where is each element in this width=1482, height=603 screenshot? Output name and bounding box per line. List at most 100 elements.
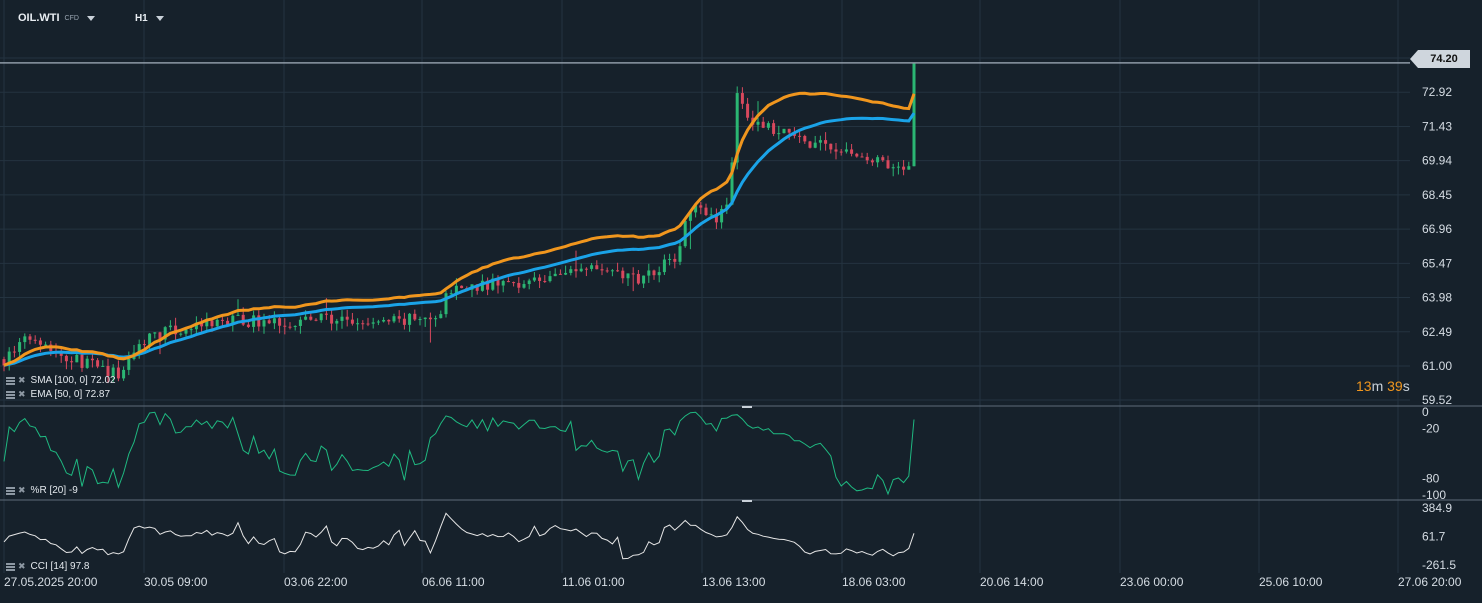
cci-line: [3, 512, 915, 560]
candle-body: [127, 358, 131, 370]
candle-body: [319, 313, 323, 321]
cci-legend[interactable]: ✖ CCI [14] 97.8: [6, 561, 89, 572]
wpr-tick-label: -20: [1422, 422, 1440, 436]
candle-body: [876, 157, 880, 163]
candle-body: [439, 314, 443, 319]
candle-body: [168, 325, 172, 328]
price-tick-label: 66.96: [1422, 222, 1452, 236]
wpr-tick-label: -80: [1422, 471, 1440, 485]
candle-body: [402, 318, 406, 325]
close-icon[interactable]: ✖: [18, 389, 26, 400]
candle-body: [512, 282, 516, 284]
axes: 72.92 71.43 69.94 68.45 66.96 65.47 63.98 62.49…: [0, 62, 1462, 589]
candle-body: [569, 269, 573, 273]
candle-body: [683, 220, 687, 247]
candle-body: [418, 319, 422, 321]
candle-body: [215, 319, 219, 327]
candle-body: [153, 332, 157, 334]
candle-body: [657, 272, 661, 276]
chart-area[interactable]: 72.92 71.43 69.94 68.45 66.96 65.47 63.98 62.49…: [0, 0, 1482, 598]
oscillators: [3, 411, 915, 560]
timeframe-dropdown-icon[interactable]: [155, 15, 164, 21]
candle-body: [428, 317, 432, 320]
price-tick-label: 71.43: [1422, 119, 1452, 133]
candle-body: [834, 149, 838, 152]
sma-legend[interactable]: ✖ SMA [100, 0] 72.02: [6, 375, 116, 386]
candle-body: [506, 281, 510, 283]
candle-body: [595, 265, 599, 270]
candle-body: [75, 354, 79, 363]
candles: [2, 62, 916, 384]
wpr-tick-label: -100: [1422, 488, 1446, 502]
candle-body: [434, 318, 438, 320]
close-icon[interactable]: ✖: [18, 375, 26, 386]
settings-menu-icon[interactable]: [6, 390, 15, 399]
chart-canvas[interactable]: 72.92 71.43 69.94 68.45 66.96 65.47 63.98 62.49…: [0, 0, 1482, 598]
ema-legend[interactable]: ✖ EMA [50, 0] 72.87: [6, 389, 110, 400]
symbol-name[interactable]: OIL.WTI: [18, 12, 60, 24]
pane-resize-handle[interactable]: [742, 500, 752, 502]
candle-body: [330, 314, 334, 324]
candle-body: [408, 313, 412, 325]
candle-body: [538, 277, 542, 281]
close-icon[interactable]: ✖: [18, 561, 26, 572]
candle-body: [122, 369, 126, 379]
candle-body: [886, 160, 890, 169]
candle-body: [356, 323, 360, 325]
candle-body: [891, 167, 895, 169]
candle-body: [865, 156, 869, 161]
ema-legend-text: EMA [50, 0] 72.87: [30, 389, 111, 400]
time-tick-label: 27.06 20:00: [1398, 575, 1462, 589]
candle-body: [189, 329, 193, 331]
candle-body: [647, 270, 651, 276]
candle-body: [293, 325, 297, 327]
candle-body: [309, 316, 313, 320]
time-tick-label: 30.05 09:00: [144, 575, 208, 589]
candle-body: [777, 133, 781, 135]
price-tick-label: 72.92: [1422, 85, 1452, 99]
candle-body: [584, 268, 588, 270]
settings-menu-icon[interactable]: [6, 376, 15, 385]
time-tick-label: 03.06 22:00: [284, 575, 348, 589]
candle-body: [288, 326, 292, 328]
price-tick-label: 63.98: [1422, 291, 1452, 305]
symbol-dropdown-icon[interactable]: [86, 15, 95, 21]
candle-body: [314, 319, 318, 321]
candle-body: [28, 336, 32, 340]
candle-body: [798, 135, 802, 137]
candle-body: [64, 355, 68, 362]
candle-body: [740, 93, 744, 104]
settings-menu-icon[interactable]: [6, 486, 15, 495]
wpr-legend[interactable]: ✖ %R [20] -9: [6, 485, 78, 496]
candle-body: [855, 153, 859, 157]
time-tick-label: 11.06 01:00: [562, 575, 625, 589]
candle-body: [756, 121, 760, 125]
candle-body: [449, 293, 453, 295]
time-tick-label: 18.06 03:00: [842, 575, 906, 589]
timeframe-label[interactable]: H1: [135, 13, 148, 24]
candle-body: [80, 354, 84, 368]
wpr-tick-label: 0: [1422, 405, 1429, 419]
time-tick-label: 20.06 14:00: [980, 575, 1044, 589]
close-icon[interactable]: ✖: [18, 485, 26, 496]
candle-body: [824, 140, 828, 144]
pane-resize-handle[interactable]: [742, 406, 752, 408]
candle-body: [96, 360, 100, 367]
candle-body: [246, 324, 250, 327]
grid: [0, 0, 1482, 573]
candle-body: [371, 322, 375, 324]
candle-body: [262, 320, 266, 327]
time-tick-label: 13.06 13:00: [702, 575, 766, 589]
candle-body: [766, 123, 770, 128]
candle-body: [278, 318, 282, 326]
candle-body: [413, 313, 417, 320]
candle-body: [844, 149, 848, 152]
candle-body: [272, 318, 276, 324]
candle-body: [860, 156, 864, 158]
candle-body: [616, 270, 620, 272]
candle-body: [501, 281, 505, 286]
cci-tick-label: 61.7: [1422, 530, 1446, 544]
wpr-legend-text: %R [20] -9: [30, 485, 78, 496]
candle-body: [746, 103, 750, 118]
settings-menu-icon[interactable]: [6, 562, 15, 571]
